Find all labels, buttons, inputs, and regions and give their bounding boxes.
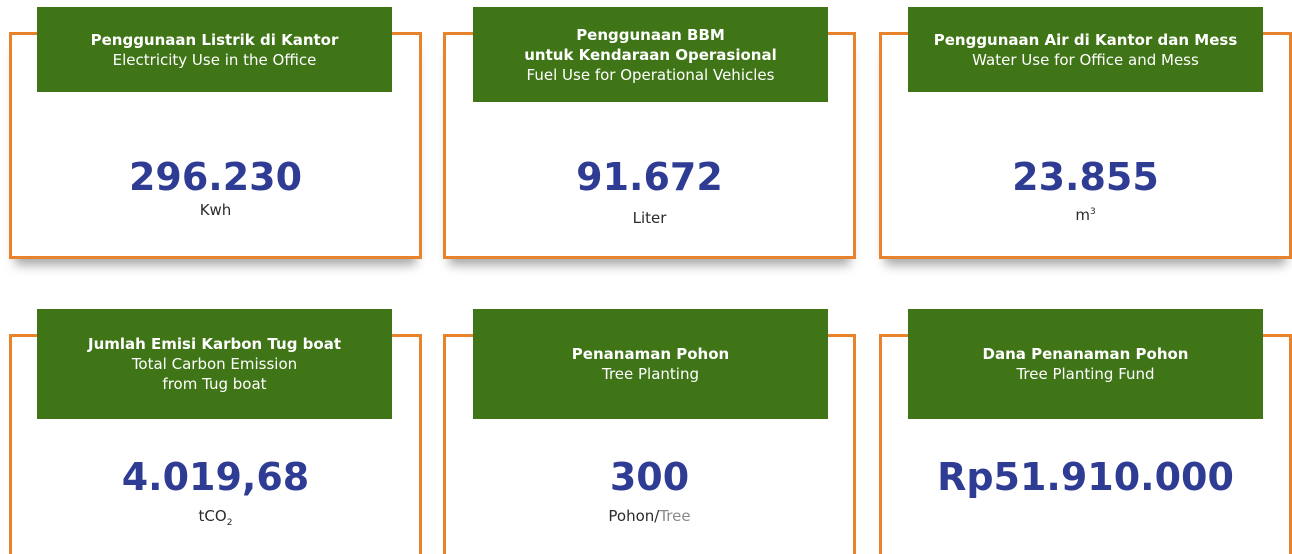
unit-carbon-emission: tCO2: [9, 506, 422, 533]
unit-muted: Tree: [659, 507, 691, 525]
unit-fuel: Liter: [632, 209, 667, 227]
unit-water: m3: [879, 202, 1292, 225]
unit-subscript: 2: [226, 518, 233, 528]
value-block-carbon-emission: 4.019,68 tCO2: [9, 334, 422, 554]
unit-main: Pohon/: [608, 507, 660, 525]
unit-base: m: [1075, 206, 1090, 224]
value-block-tree-planting-fund: Rp51.910.000: [879, 334, 1292, 554]
value-fuel: 91.672: [576, 155, 723, 199]
value-block-tree-planting: 300 Pohon/Tree: [443, 334, 856, 554]
value-block-electricity: 296.230 Kwh: [9, 32, 422, 259]
unit-tree-planting: Pohon/Tree: [443, 506, 856, 526]
unit-electricity: Kwh: [199, 201, 232, 219]
value-carbon-emission: 4.019,68: [121, 455, 310, 499]
value-water: 23.855: [1012, 155, 1159, 199]
unit-superscript: 3: [1089, 207, 1096, 217]
unit-base: tCO: [198, 507, 227, 525]
value-block-fuel: 91.672 Liter: [443, 32, 856, 259]
value-tree-planting-fund: Rp51.910.000: [937, 455, 1234, 499]
value-tree-planting: 300: [609, 455, 690, 499]
value-block-water: 23.855 m3: [879, 32, 1292, 259]
value-electricity: 296.230: [128, 155, 303, 199]
